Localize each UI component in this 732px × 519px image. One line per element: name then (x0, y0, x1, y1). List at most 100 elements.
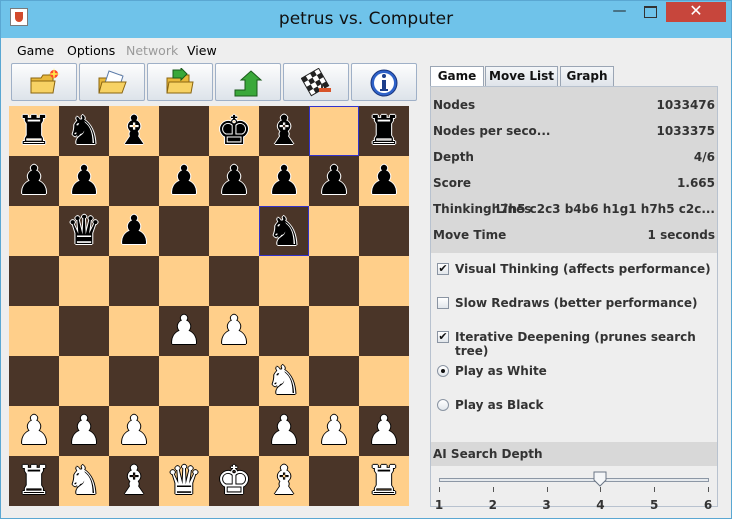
square-f4[interactable] (259, 306, 309, 356)
square-f2[interactable]: ♟ (259, 406, 309, 456)
black-pawn-piece[interactable]: ♟ (109, 206, 159, 256)
square-g4[interactable] (309, 306, 359, 356)
square-f5[interactable] (259, 256, 309, 306)
white-rook-piece[interactable]: ♜ (9, 456, 59, 506)
square-c4[interactable] (109, 306, 159, 356)
checkbox-label[interactable]: Visual Thinking (affects performance) (455, 262, 711, 276)
square-g7[interactable]: ♟ (309, 156, 359, 206)
square-b7[interactable]: ♟ (59, 156, 109, 206)
black-pawn-piece[interactable]: ♟ (359, 156, 409, 206)
square-h3[interactable] (359, 356, 409, 406)
square-f6[interactable]: ♞ (259, 206, 309, 256)
white-pawn-piece[interactable]: ♟ (259, 406, 309, 456)
menu-network[interactable]: Network (126, 43, 178, 58)
white-knight-piece[interactable]: ♞ (259, 356, 309, 406)
square-g1[interactable] (309, 456, 359, 506)
square-b1[interactable]: ♞ (59, 456, 109, 506)
square-f7[interactable]: ♟ (259, 156, 309, 206)
black-bishop-piece[interactable]: ♝ (259, 106, 309, 156)
square-h4[interactable] (359, 306, 409, 356)
square-c2[interactable]: ♟ (109, 406, 159, 456)
board-settings-button[interactable] (283, 63, 349, 101)
square-e5[interactable] (209, 256, 259, 306)
play-as-white-radio[interactable]: Play as White (435, 361, 715, 385)
square-d5[interactable] (159, 256, 209, 306)
square-c6[interactable]: ♟ (109, 206, 159, 256)
checkbox-box[interactable] (437, 297, 449, 309)
slow-redraws-checkbox[interactable]: Slow Redraws (better performance) (435, 293, 715, 317)
title-bar[interactable]: petrus vs. Computer — ✕ (1, 1, 731, 38)
square-f3[interactable]: ♞ (259, 356, 309, 406)
depth-slider-thumb[interactable] (593, 471, 607, 487)
square-h5[interactable] (359, 256, 409, 306)
checkbox-label[interactable]: Slow Redraws (better performance) (455, 296, 697, 310)
square-e7[interactable]: ♟ (209, 156, 259, 206)
black-pawn-piece[interactable]: ♟ (309, 156, 359, 206)
white-pawn-piece[interactable]: ♟ (309, 406, 359, 456)
square-a2[interactable]: ♟ (9, 406, 59, 456)
square-g8[interactable] (309, 106, 359, 156)
square-b3[interactable] (59, 356, 109, 406)
white-rook-piece[interactable]: ♜ (359, 456, 409, 506)
square-h2[interactable]: ♟ (359, 406, 409, 456)
menu-options[interactable]: Options (67, 43, 115, 58)
square-c1[interactable]: ♝ (109, 456, 159, 506)
square-e6[interactable] (209, 206, 259, 256)
square-h1[interactable]: ♜ (359, 456, 409, 506)
tab-move-list[interactable]: Move List (485, 66, 558, 86)
white-pawn-piece[interactable]: ♟ (109, 406, 159, 456)
black-pawn-piece[interactable]: ♟ (209, 156, 259, 206)
open-button[interactable] (79, 63, 145, 101)
white-bishop-piece[interactable]: ♝ (109, 456, 159, 506)
square-b2[interactable]: ♟ (59, 406, 109, 456)
radio-label[interactable]: Play as White (455, 364, 547, 378)
square-c3[interactable] (109, 356, 159, 406)
black-bishop-piece[interactable]: ♝ (109, 106, 159, 156)
white-pawn-piece[interactable]: ♟ (59, 406, 109, 456)
square-a5[interactable] (9, 256, 59, 306)
square-d4[interactable]: ♟ (159, 306, 209, 356)
square-g2[interactable]: ♟ (309, 406, 359, 456)
checkbox-box[interactable]: ✔ (437, 263, 449, 275)
black-rook-piece[interactable]: ♜ (359, 106, 409, 156)
close-button[interactable]: ✕ (666, 2, 726, 22)
square-d2[interactable] (159, 406, 209, 456)
minimize-button[interactable]: — (605, 2, 634, 22)
white-king-piece[interactable]: ♚ (209, 456, 259, 506)
square-d8[interactable] (159, 106, 209, 156)
tab-game[interactable]: Game (430, 66, 484, 88)
square-b5[interactable] (59, 256, 109, 306)
square-g5[interactable] (309, 256, 359, 306)
square-a6[interactable] (9, 206, 59, 256)
square-e8[interactable]: ♚ (209, 106, 259, 156)
black-pawn-piece[interactable]: ♟ (259, 156, 309, 206)
square-f8[interactable]: ♝ (259, 106, 309, 156)
white-pawn-piece[interactable]: ♟ (359, 406, 409, 456)
black-pawn-piece[interactable]: ♟ (159, 156, 209, 206)
new-game-button[interactable] (11, 63, 77, 101)
white-pawn-piece[interactable]: ♟ (9, 406, 59, 456)
square-d3[interactable] (159, 356, 209, 406)
square-d1[interactable]: ♛ (159, 456, 209, 506)
checkbox-label[interactable]: Iterative Deepening (prunes search tree) (455, 330, 715, 358)
square-e3[interactable] (209, 356, 259, 406)
square-h6[interactable] (359, 206, 409, 256)
square-d7[interactable]: ♟ (159, 156, 209, 206)
square-g3[interactable] (309, 356, 359, 406)
menu-view[interactable]: View (187, 43, 217, 58)
black-queen-piece[interactable]: ♛ (59, 206, 109, 256)
white-pawn-piece[interactable]: ♟ (159, 306, 209, 356)
white-knight-piece[interactable]: ♞ (59, 456, 109, 506)
depth-slider-track[interactable] (439, 478, 709, 482)
black-rook-piece[interactable]: ♜ (9, 106, 59, 156)
radio-label[interactable]: Play as Black (455, 398, 544, 412)
checkbox-box[interactable]: ✔ (437, 331, 449, 343)
visual-thinking-checkbox[interactable]: ✔ Visual Thinking (affects performance) (435, 259, 715, 283)
square-a8[interactable]: ♜ (9, 106, 59, 156)
square-h8[interactable]: ♜ (359, 106, 409, 156)
play-as-black-radio[interactable]: Play as Black (435, 395, 715, 419)
menu-game[interactable]: Game (17, 43, 54, 58)
square-a1[interactable]: ♜ (9, 456, 59, 506)
iterative-deepening-checkbox[interactable]: ✔ Iterative Deepening (prunes search tre… (435, 327, 715, 358)
square-b6[interactable]: ♛ (59, 206, 109, 256)
